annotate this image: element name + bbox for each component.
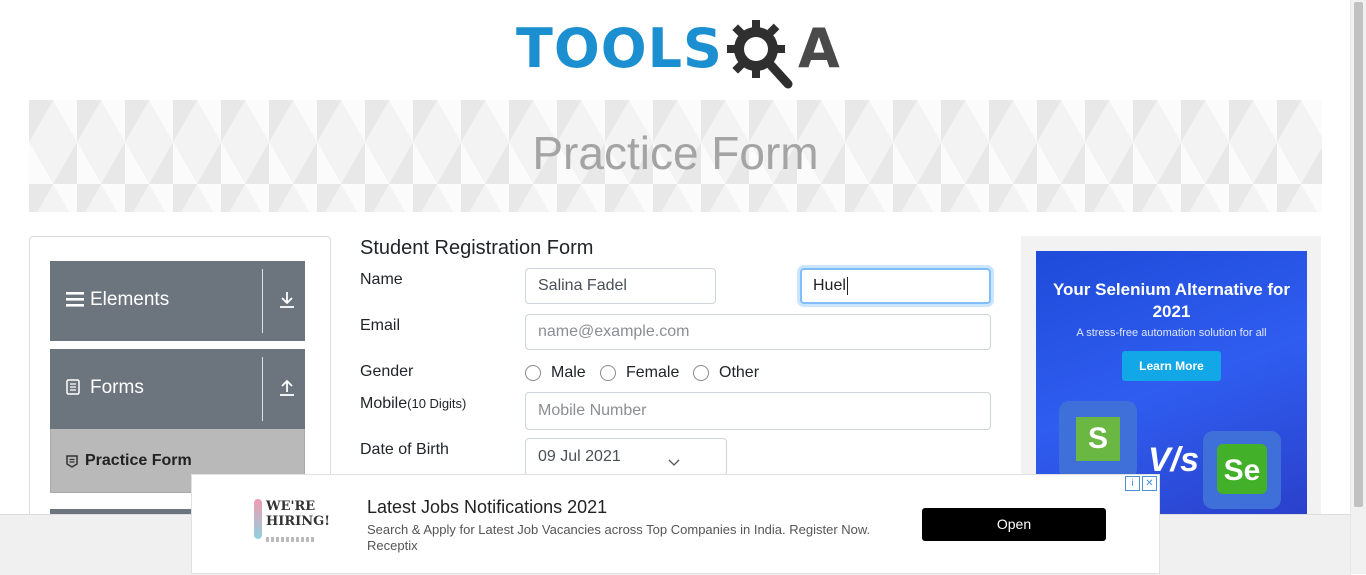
email-label: Email: [360, 317, 401, 334]
form-title: Student Registration Form: [360, 237, 594, 259]
text-caret: [846, 276, 848, 295]
katalon-logo-letter: S: [1076, 417, 1120, 461]
chevron-down-icon: [668, 459, 680, 466]
close-icon[interactable]: ✕: [1142, 476, 1157, 491]
ad-subtitle: A stress-free automation solution for al…: [1076, 327, 1267, 339]
page-title: Practice Form: [532, 127, 819, 179]
ad-description: Search & Apply for Latest Job Vacancies …: [367, 522, 907, 554]
logo-suffix: A: [798, 17, 840, 80]
radio-label: Female: [626, 364, 680, 381]
gear-magnifier-icon: [727, 20, 793, 89]
mobile-input[interactable]: Mobile Number: [525, 392, 991, 430]
last-name-value: Huel: [813, 277, 846, 294]
radio-circle[interactable]: [693, 365, 709, 381]
sidebar-group-elements[interactable]: Elements: [50, 261, 305, 341]
first-name-input[interactable]: Salina Fadel: [525, 268, 716, 304]
selenium-logo-badge: Se: [1203, 431, 1281, 509]
ad-advertiser: Receptix: [367, 538, 418, 553]
radio-circle[interactable]: [525, 365, 541, 381]
mobile-hint: (10 Digits): [407, 396, 467, 411]
name-label: Name: [360, 271, 403, 288]
hamburger-icon: [66, 292, 84, 307]
document-icon: [66, 379, 80, 395]
bottom-advertisement[interactable]: WE'RE HIRING! Latest Jobs Notifications …: [191, 474, 1160, 574]
vertical-scrollbar[interactable]: [1350, 0, 1366, 574]
gender-label: Gender: [360, 363, 414, 380]
gender-radio-other[interactable]: Other: [693, 364, 759, 382]
logo-text: TOOLS: [516, 17, 723, 80]
radio-label: Male: [551, 364, 586, 381]
dob-value: 09 Jul 2021: [538, 448, 621, 465]
adchoices[interactable]: i ✕: [1125, 476, 1157, 491]
toolsqa-logo[interactable]: TOOLS A: [516, 16, 840, 90]
ad-open-button[interactable]: Open: [922, 508, 1106, 541]
sidebar-group-label: Elements: [90, 289, 170, 310]
ad-headline: Your Selenium Alternative for 2021: [1052, 280, 1291, 321]
dob-label: Date of Birth: [360, 441, 449, 458]
gender-radio-female[interactable]: Female: [600, 364, 679, 382]
scrollbar-thumb[interactable]: [1354, 2, 1363, 507]
upload-arrow-icon[interactable]: [279, 379, 295, 397]
gender-radio-male[interactable]: Male: [525, 364, 586, 382]
mobile-label: Mobile(10 Digits): [360, 395, 466, 413]
brush-stroke-graphic: [254, 499, 262, 539]
page-banner: Practice Form: [29, 100, 1322, 212]
hiring-ad-image: WE'RE HIRING!: [250, 495, 330, 553]
sidebar-group-forms[interactable]: Forms: [50, 349, 305, 429]
ad-learn-more-button[interactable]: Learn More: [1122, 351, 1221, 381]
last-name-input[interactable]: Huel: [800, 268, 991, 304]
radio-label: Other: [719, 364, 760, 381]
sidebar-item-label: Practice Form: [85, 452, 192, 469]
divider: [262, 357, 263, 421]
mobile-label-text: Mobile: [360, 395, 408, 412]
sidebar-group-label: Forms: [90, 377, 144, 398]
ad-description-text: Search & Apply for Latest Job Vacancies …: [367, 522, 871, 537]
divider: [262, 269, 263, 333]
ad-title[interactable]: Latest Jobs Notifications 2021: [367, 497, 607, 518]
selenium-logo-letters: Se: [1217, 444, 1267, 494]
image-underline-graphic: [266, 537, 316, 542]
form-icon: [66, 455, 78, 468]
katalon-logo-badge: S: [1059, 401, 1137, 479]
date-of-birth-input[interactable]: 09 Jul 2021: [525, 438, 727, 476]
download-arrow-icon[interactable]: [279, 291, 295, 309]
hiring-image-text: WE'RE HIRING!: [266, 499, 330, 529]
email-input[interactable]: name@example.com: [525, 314, 991, 350]
radio-circle[interactable]: [600, 365, 616, 381]
info-icon[interactable]: i: [1125, 476, 1140, 491]
